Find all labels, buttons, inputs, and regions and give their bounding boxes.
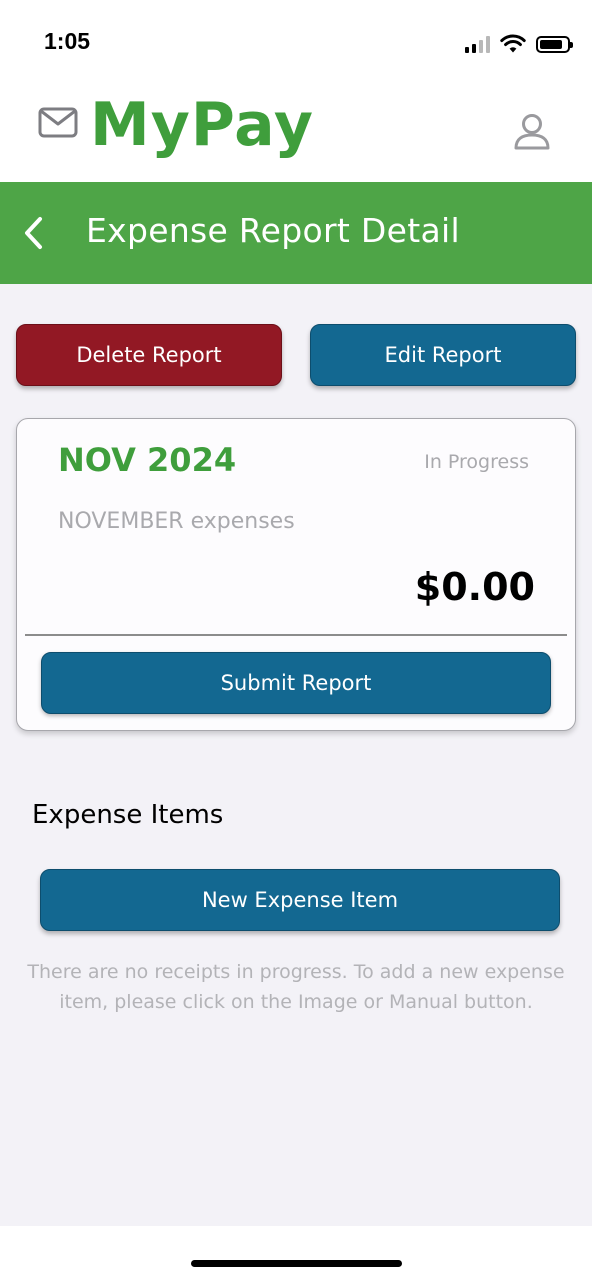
delete-report-button[interactable]: Delete Report: [16, 324, 282, 386]
chevron-left-icon[interactable]: [18, 214, 48, 252]
app-header: MyPay: [0, 88, 592, 182]
report-period: NOV 2024: [58, 441, 237, 479]
report-card: NOV 2024 In Progress NOVEMBER expenses $…: [16, 418, 576, 731]
empty-state-message: There are no receipts in progress. To ad…: [27, 961, 565, 1013]
profile-icon[interactable]: [512, 112, 552, 152]
home-indicator[interactable]: [191, 1260, 402, 1267]
page-title: Expense Report Detail: [86, 211, 460, 250]
wifi-icon: [500, 34, 526, 53]
title-bar: Expense Report Detail: [0, 182, 592, 284]
submit-report-button[interactable]: Submit Report: [41, 652, 551, 714]
status-icons: [465, 30, 573, 58]
expense-items-heading: Expense Items: [32, 800, 224, 830]
divider: [25, 634, 567, 636]
mail-icon[interactable]: [38, 106, 80, 140]
status-bar: 1:05: [0, 0, 592, 88]
status-badge: In Progress: [424, 451, 529, 473]
edit-report-button[interactable]: Edit Report: [310, 324, 576, 386]
app-logo: MyPay: [90, 90, 314, 160]
report-description: NOVEMBER expenses: [58, 509, 295, 534]
battery-icon: [536, 35, 573, 53]
cellular-signal-icon: [465, 35, 490, 53]
new-expense-item-button[interactable]: New Expense Item: [40, 869, 560, 931]
status-time: 1:05: [44, 28, 91, 54]
bottom-safe-area: [0, 1226, 592, 1280]
report-total: $0.00: [414, 565, 535, 609]
